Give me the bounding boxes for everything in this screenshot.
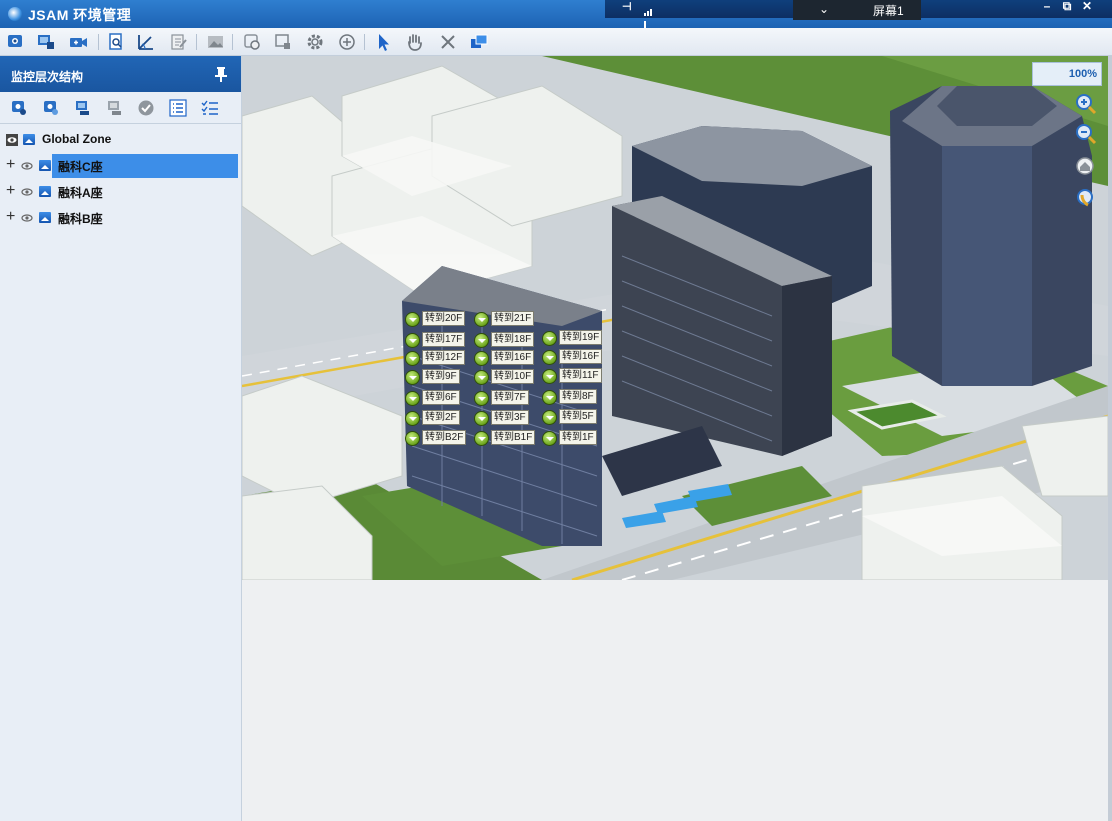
zoom-out-icon[interactable] <box>1074 122 1098 146</box>
eye-icon[interactable] <box>21 160 33 172</box>
screen-config-icon[interactable] <box>272 32 294 52</box>
pointer-icon[interactable] <box>372 32 394 52</box>
arrow-down-icon <box>405 351 420 366</box>
hierarchy-panel-header: 监控层次结构 <box>0 56 241 92</box>
check-circle-icon[interactable] <box>137 99 155 117</box>
gear-icon[interactable] <box>304 32 326 52</box>
building-image-icon <box>39 212 51 223</box>
window-title: JSAM 环境管理 <box>28 7 132 23</box>
building-image-icon <box>39 186 51 197</box>
view-monitor-icon[interactable] <box>5 32 27 52</box>
tree-item-label: 融科C座 <box>58 160 103 174</box>
toolbar-separator <box>196 34 197 50</box>
arrow-down-icon <box>474 370 489 385</box>
chevron-down-icon[interactable]: ⌄ <box>819 2 829 16</box>
3d-scene-viewport[interactable] <box>242 56 1108 580</box>
viewport-empty-area <box>242 580 1108 821</box>
arrow-down-icon <box>474 411 489 426</box>
pin-icon[interactable]: ⊣ <box>622 0 632 13</box>
expand-icon[interactable]: + <box>6 156 15 174</box>
screen-tab[interactable]: ⌄ 屏幕1 <box>793 0 921 20</box>
toolbar-separator <box>232 34 233 50</box>
expand-icon[interactable]: + <box>6 208 15 226</box>
toolbar-separator <box>364 34 365 50</box>
image-icon[interactable] <box>205 32 227 52</box>
measure-icon[interactable] <box>136 32 158 52</box>
hierarchy-panel: 监控层次结构 Global Zone + 融科C座 + 融科A座 + 融科B座 <box>0 56 242 821</box>
zone-image-icon <box>23 134 35 145</box>
tree-item-building-b[interactable]: + 融科B座 <box>0 206 240 230</box>
list-view-icon[interactable] <box>169 99 187 117</box>
arrow-down-icon <box>542 431 557 446</box>
arrow-down-icon <box>405 391 420 406</box>
checklist-icon[interactable] <box>201 99 219 117</box>
expand-icon[interactable]: + <box>6 182 15 200</box>
arrow-down-icon <box>542 369 557 384</box>
restore-icon[interactable]: ⧉ <box>1058 0 1076 14</box>
close-icon[interactable]: ✕ <box>1078 0 1096 14</box>
arrow-down-icon <box>405 312 420 327</box>
toolbar-separator <box>98 34 99 50</box>
screen-tab-label: 屏幕1 <box>873 4 904 18</box>
eye-icon[interactable] <box>21 212 33 224</box>
view-all-icon[interactable] <box>42 99 60 117</box>
camera-add-icon[interactable] <box>68 32 90 52</box>
close-tool-icon[interactable] <box>437 32 459 52</box>
zoom-in-icon[interactable] <box>1074 92 1098 116</box>
view-monitor-icon[interactable] <box>10 99 28 117</box>
arrow-down-icon <box>542 390 557 405</box>
zoom-level-display: 100% <box>1032 62 1102 86</box>
device-disabled-icon[interactable] <box>106 99 124 117</box>
hand-pan-icon[interactable] <box>404 32 426 52</box>
home-view-icon[interactable] <box>1074 155 1098 179</box>
add-circle-icon[interactable] <box>336 32 358 52</box>
arrow-down-icon <box>405 431 420 446</box>
app-icon <box>8 7 22 21</box>
eye-icon[interactable] <box>6 134 18 146</box>
arrow-down-icon <box>474 312 489 327</box>
arrow-down-icon <box>405 411 420 426</box>
page-search-icon[interactable] <box>106 32 128 52</box>
tree-item-label: 融科B座 <box>58 212 103 226</box>
minimize-icon[interactable]: – <box>1038 0 1056 14</box>
building-image-icon <box>39 160 51 171</box>
edit-document-icon[interactable] <box>168 32 190 52</box>
locate-icon[interactable] <box>1074 186 1098 210</box>
device-icon[interactable] <box>74 99 92 117</box>
tree-item-building-a[interactable]: + 融科A座 <box>0 180 240 204</box>
arrow-down-icon <box>474 351 489 366</box>
pin-icon[interactable] <box>214 66 228 82</box>
city-3d-scene <box>242 56 1108 580</box>
arrow-down-icon <box>474 431 489 446</box>
tree-item-label: Global Zone <box>42 132 112 146</box>
main-toolbar <box>0 28 1112 56</box>
arrow-down-icon <box>542 350 557 365</box>
panel-title: 监控层次结构 <box>11 70 84 84</box>
tree-item-label: 融科A座 <box>58 186 103 200</box>
title-bar: JSAM 环境管理 ⊣ ⌄ 屏幕1 – ⧉ ✕ <box>0 0 1112 30</box>
preview-icon[interactable] <box>242 32 264 52</box>
device-monitor-icon[interactable] <box>35 32 57 52</box>
arrow-down-icon <box>405 370 420 385</box>
arrow-down-icon <box>542 410 557 425</box>
arrow-down-icon <box>474 391 489 406</box>
arrow-down-icon <box>474 333 489 348</box>
video-wall-icon[interactable] <box>468 32 490 52</box>
eye-icon[interactable] <box>21 186 33 198</box>
arrow-down-icon <box>405 333 420 348</box>
hierarchy-toolbar <box>0 92 241 124</box>
signal-icon <box>644 2 654 30</box>
tree-item-building-c[interactable]: + 融科C座 <box>0 154 240 178</box>
arrow-down-icon <box>542 331 557 346</box>
window-edge <box>1108 56 1112 821</box>
tree-item-global-zone[interactable]: Global Zone <box>0 128 240 152</box>
